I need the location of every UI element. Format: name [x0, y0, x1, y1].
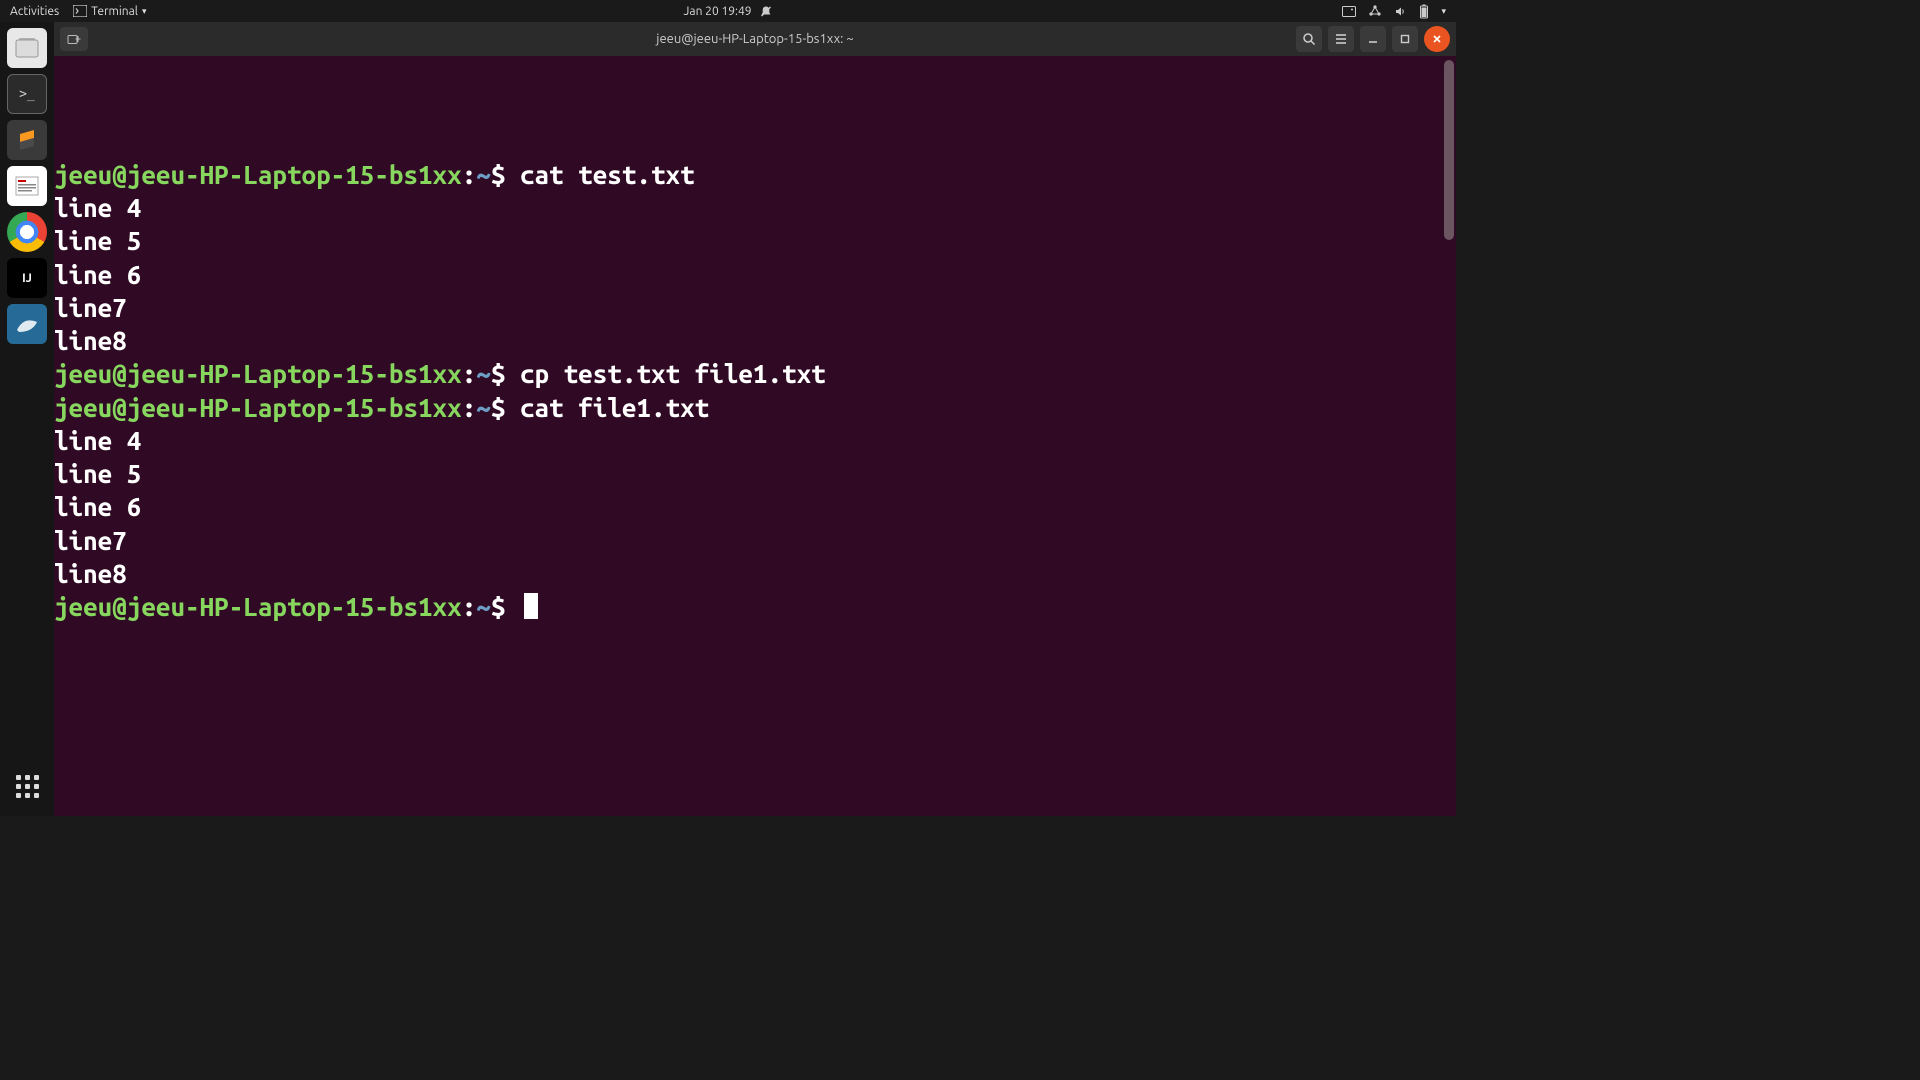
maximize-button[interactable]	[1392, 26, 1418, 52]
hamburger-menu-button[interactable]	[1328, 26, 1354, 52]
output-line: line 4	[54, 191, 1456, 224]
output-line: line 4	[54, 424, 1456, 457]
dock: IJ	[0, 22, 54, 816]
window-title: jeeu@jeeu-HP-Laptop-15-bs1xx: ~	[656, 32, 853, 46]
chevron-down-icon: ▾	[142, 6, 147, 17]
search-button[interactable]	[1296, 26, 1322, 52]
output-line: line 6	[54, 490, 1456, 523]
screenshot-icon	[1342, 6, 1356, 17]
scrollbar-thumb[interactable]	[1444, 60, 1454, 240]
network-icon	[1368, 4, 1382, 18]
app-menu[interactable]: Terminal ▾	[73, 5, 146, 18]
output-line: line8	[54, 557, 1456, 590]
minimize-button[interactable]	[1360, 26, 1386, 52]
show-applications-button[interactable]	[7, 766, 47, 806]
dock-item-intellij[interactable]: IJ	[7, 258, 47, 298]
gnome-top-panel: Activities Terminal ▾ Jan 20 19:49 ▾	[0, 0, 1456, 22]
cursor	[524, 593, 538, 619]
terminal-window: jeeu@jeeu-HP-Laptop-15-bs1xx: ~ jeeu@jee…	[54, 22, 1456, 816]
close-button[interactable]	[1424, 26, 1450, 52]
dock-item-files[interactable]	[7, 28, 47, 68]
prompt-line: jeeu@jeeu-HP-Laptop-15-bs1xx:~$ cp test.…	[54, 357, 1456, 390]
dock-item-terminal[interactable]	[7, 74, 47, 114]
output-line: line 6	[54, 258, 1456, 291]
datetime-label: Jan 20 19:49	[684, 5, 752, 18]
terminal-content[interactable]: jeeu@jeeu-HP-Laptop-15-bs1xx:~$ cat test…	[54, 56, 1456, 816]
dock-item-chrome[interactable]	[7, 212, 47, 252]
prompt-line: jeeu@jeeu-HP-Laptop-15-bs1xx:~$ cat test…	[54, 158, 1456, 191]
terminal-icon	[73, 5, 87, 17]
dock-item-sublime[interactable]	[7, 120, 47, 160]
prompt-line: jeeu@jeeu-HP-Laptop-15-bs1xx:~$	[54, 590, 1456, 623]
output-line: line8	[54, 324, 1456, 357]
window-titlebar: jeeu@jeeu-HP-Laptop-15-bs1xx: ~	[54, 22, 1456, 56]
output-line: line 5	[54, 457, 1456, 490]
dock-item-pdf-viewer[interactable]	[7, 166, 47, 206]
dock-item-mysql-workbench[interactable]	[7, 304, 47, 344]
new-tab-button[interactable]	[60, 27, 88, 51]
app-menu-label: Terminal	[91, 5, 138, 18]
prompt-line: jeeu@jeeu-HP-Laptop-15-bs1xx:~$ cat file…	[54, 391, 1456, 424]
output-line: line 5	[54, 224, 1456, 257]
output-line: line7	[54, 291, 1456, 324]
activities-button[interactable]: Activities	[10, 5, 59, 18]
clock[interactable]: Jan 20 19:49	[684, 5, 773, 18]
chevron-down-icon: ▾	[1441, 6, 1446, 17]
system-status-area[interactable]: ▾	[1342, 4, 1456, 19]
output-line: line7	[54, 524, 1456, 557]
volume-icon	[1394, 5, 1407, 18]
notification-off-icon	[759, 5, 772, 18]
battery-icon	[1419, 4, 1429, 19]
